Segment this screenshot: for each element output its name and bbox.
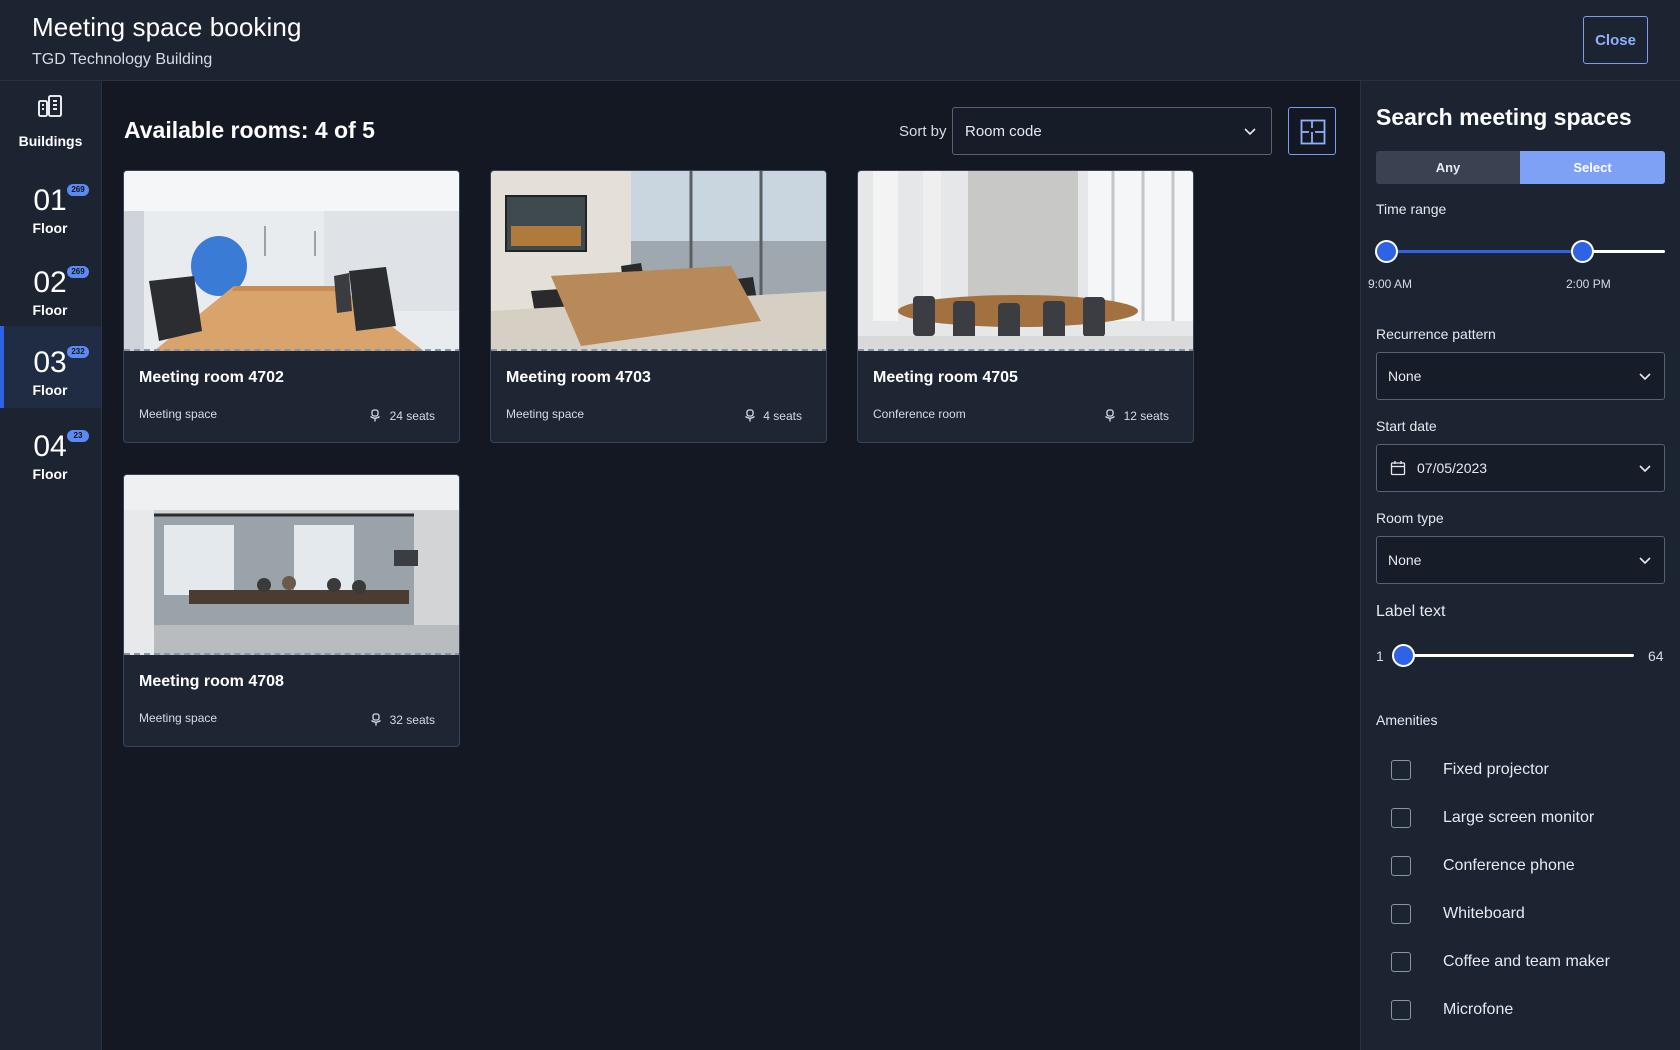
room-photo bbox=[124, 171, 459, 351]
room-type-select[interactable]: None bbox=[1376, 536, 1665, 584]
calendar-icon bbox=[1390, 461, 1406, 476]
floor-label: Floor bbox=[32, 220, 68, 236]
recurrence-value: None bbox=[1388, 368, 1422, 384]
room-type: Meeting space bbox=[139, 407, 218, 421]
seat-icon bbox=[745, 409, 755, 422]
floor-plan-icon bbox=[1300, 119, 1326, 145]
any-select-toggle: Any Select bbox=[1376, 151, 1665, 184]
time-range-start-handle[interactable] bbox=[1375, 240, 1398, 263]
sidebar-item-floor-01[interactable]: 01 269 Floor bbox=[0, 172, 101, 254]
building-name: TGD Technology Building bbox=[32, 51, 213, 68]
amenity-label: Large screen monitor bbox=[1443, 809, 1595, 826]
room-type: Conference room bbox=[873, 407, 966, 421]
floor-count-badge: 269 bbox=[67, 266, 89, 278]
label-text-track[interactable] bbox=[1404, 654, 1634, 657]
seat-icon bbox=[371, 713, 381, 726]
checkbox[interactable] bbox=[1391, 904, 1411, 924]
room-type-label: Room type bbox=[1376, 510, 1444, 526]
floor-label: Floor bbox=[32, 302, 68, 318]
sidebar-item-buildings[interactable]: Buildings bbox=[0, 81, 101, 163]
floor-label: Floor bbox=[32, 382, 68, 398]
chevron-down-icon bbox=[1639, 557, 1651, 565]
room-name: Meeting room 4703 bbox=[506, 369, 651, 386]
amenities-label: Amenities bbox=[1376, 712, 1438, 728]
room-seats: 4 seats bbox=[763, 409, 802, 423]
toggle-any[interactable]: Any bbox=[1376, 151, 1520, 184]
time-range-start-value: 9:00 AM bbox=[1368, 277, 1413, 291]
amenity-label: Fixed projector bbox=[1443, 761, 1549, 778]
floor-label: Floor bbox=[32, 466, 68, 482]
label-text-max: 64 bbox=[1648, 648, 1664, 664]
buildings-icon bbox=[38, 95, 62, 117]
amenity-label: Whiteboard bbox=[1443, 905, 1525, 922]
time-range-end-value: 2:00 PM bbox=[1566, 277, 1611, 291]
room-seats: 24 seats bbox=[389, 409, 435, 423]
floor-sidebar: Buildings 01 269 Floor 02 269 Floor 03 2… bbox=[0, 81, 102, 1050]
floor-plan-view-button[interactable] bbox=[1288, 107, 1336, 155]
room-photo bbox=[491, 171, 826, 351]
seat-icon bbox=[1105, 409, 1115, 422]
time-range-end-handle[interactable] bbox=[1571, 240, 1594, 263]
room-card[interactable]: Meeting room 4703 Meeting space 4 seats bbox=[490, 170, 827, 443]
amenity-label: Coffee and team maker bbox=[1443, 953, 1610, 970]
floor-count-badge: 232 bbox=[67, 346, 89, 358]
sort-by-label: Sort by bbox=[899, 123, 947, 140]
floor-count-badge: 23 bbox=[67, 430, 89, 442]
room-type: Meeting space bbox=[506, 407, 585, 421]
room-photo bbox=[858, 171, 1193, 351]
seat-icon bbox=[370, 409, 380, 422]
close-button[interactable]: Close bbox=[1583, 16, 1648, 64]
checkbox[interactable] bbox=[1391, 856, 1411, 876]
checkbox[interactable] bbox=[1391, 952, 1411, 972]
start-date-value: 07/05/2023 bbox=[1417, 460, 1488, 476]
room-photo bbox=[124, 475, 459, 655]
room-card[interactable]: Meeting room 4708 Meeting space 32 seats bbox=[123, 474, 460, 747]
checkbox[interactable] bbox=[1391, 808, 1411, 828]
label-text-handle[interactable] bbox=[1392, 644, 1415, 667]
chevron-down-icon bbox=[1244, 128, 1256, 136]
page-title: Meeting space booking bbox=[32, 12, 302, 42]
room-seats: 32 seats bbox=[389, 713, 435, 727]
checkbox[interactable] bbox=[1391, 760, 1411, 780]
chevron-down-icon bbox=[1639, 465, 1651, 473]
sort-by-select[interactable]: Room code bbox=[952, 107, 1272, 155]
room-seats: 12 seats bbox=[1123, 409, 1169, 423]
amenity-label: Microfone bbox=[1443, 1001, 1514, 1018]
room-card[interactable]: Meeting room 4702 Meeting space 24 seats bbox=[123, 170, 460, 443]
room-name: Meeting room 4708 bbox=[139, 673, 284, 690]
label-text-min: 1 bbox=[1376, 648, 1384, 664]
label-text-label: Label text bbox=[1376, 603, 1446, 620]
room-name: Meeting room 4702 bbox=[139, 369, 284, 386]
sidebar-item-floor-02[interactable]: 02 269 Floor bbox=[0, 254, 101, 336]
search-panel: Search meeting spaces Any Select Time ra… bbox=[1360, 81, 1680, 1050]
room-card[interactable]: Meeting room 4705 Conference room 12 sea… bbox=[857, 170, 1194, 443]
sort-by-value: Room code bbox=[965, 123, 1042, 140]
search-panel-title: Search meeting spaces bbox=[1376, 104, 1632, 130]
available-rooms-heading: Available rooms: 4 of 5 bbox=[124, 117, 375, 143]
room-type-value: None bbox=[1388, 552, 1422, 568]
toggle-select[interactable]: Select bbox=[1520, 151, 1665, 184]
start-date-label: Start date bbox=[1376, 418, 1437, 434]
floor-count-badge: 269 bbox=[67, 184, 89, 196]
amenity-label: Conference phone bbox=[1443, 857, 1575, 874]
recurrence-select[interactable]: None bbox=[1376, 352, 1665, 400]
buildings-label: Buildings bbox=[18, 133, 83, 149]
recurrence-label: Recurrence pattern bbox=[1376, 326, 1496, 342]
header: Meeting space booking TGD Technology Bui… bbox=[0, 0, 1680, 81]
time-range-label: Time range bbox=[1376, 201, 1447, 217]
room-type: Meeting space bbox=[139, 711, 218, 725]
room-name: Meeting room 4705 bbox=[873, 369, 1018, 386]
sidebar-item-floor-04[interactable]: 04 23 Floor bbox=[0, 418, 101, 500]
chevron-down-icon bbox=[1639, 373, 1651, 381]
checkbox[interactable] bbox=[1391, 1000, 1411, 1020]
start-date-picker[interactable]: 07/05/2023 bbox=[1376, 444, 1665, 492]
sidebar-item-floor-03[interactable]: 03 232 Floor bbox=[0, 326, 101, 408]
